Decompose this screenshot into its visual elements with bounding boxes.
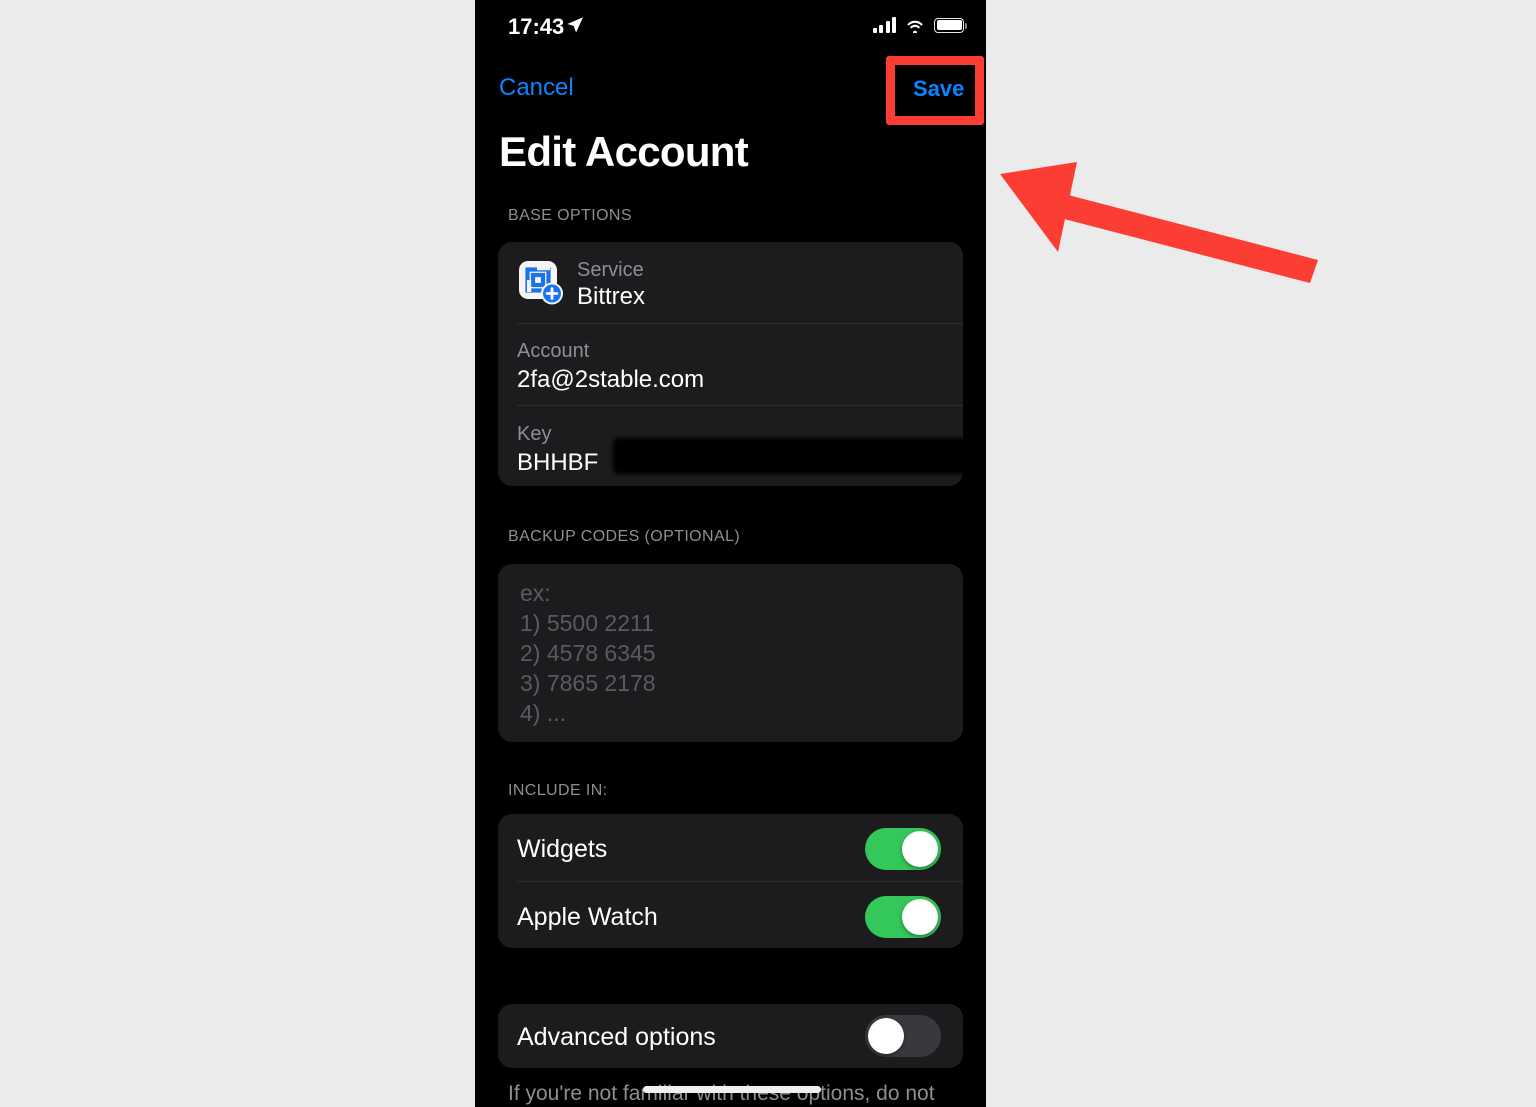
row-widgets[interactable]: Widgets <box>498 814 963 881</box>
save-button[interactable]: Save <box>913 76 964 102</box>
row-divider <box>517 323 963 324</box>
advanced-options-label: Advanced options <box>517 1023 716 1051</box>
advanced-options-toggle[interactable] <box>865 1015 941 1057</box>
apple-watch-label: Apple Watch <box>517 903 658 931</box>
location-arrow-icon <box>567 17 583 33</box>
key-redaction-bar <box>613 438 975 474</box>
page-title: Edit Account <box>499 128 749 175</box>
widgets-label: Widgets <box>517 835 608 863</box>
battery-full-icon <box>934 17 967 33</box>
status-bar-time: 17:43 <box>508 14 565 39</box>
annotation-arrow-icon <box>1000 162 1318 283</box>
backup-codes-textarea-placeholder[interactable]: ex: 1) 5500 2211 2) 4578 6345 3) 7865 21… <box>520 578 656 728</box>
bittrex-add-service-icon <box>519 261 563 305</box>
row-advanced-options[interactable]: Advanced options <box>498 1004 963 1068</box>
section-header-include-in: INCLUDE IN: <box>508 782 608 799</box>
key-field-label: Key <box>517 423 552 445</box>
include-in-card: Widgets Apple Watch <box>498 814 963 948</box>
account-field-label: Account <box>517 340 590 362</box>
account-input[interactable]: 2fa@2stable.com <box>517 366 704 394</box>
cancel-button[interactable]: Cancel <box>499 74 574 102</box>
advanced-options-card: Advanced options <box>498 1004 963 1068</box>
key-input[interactable]: BHHBF <box>517 449 598 477</box>
status-bar: 17:43 <box>475 0 986 50</box>
row-apple-watch[interactable]: Apple Watch <box>498 882 963 949</box>
service-field-value[interactable]: Bittrex <box>577 283 645 311</box>
apple-watch-toggle[interactable] <box>865 896 941 938</box>
home-indicator <box>643 1086 821 1093</box>
row-divider <box>517 405 963 406</box>
widgets-toggle[interactable] <box>865 828 941 870</box>
wifi-icon <box>907 20 923 33</box>
section-header-base-options: BASE OPTIONS <box>508 207 632 224</box>
service-field-label: Service <box>577 259 644 281</box>
section-header-backup-codes: BACKUP CODES (OPTIONAL) <box>508 528 741 545</box>
backup-codes-card[interactable]: ex: 1) 5500 2211 2) 4578 6345 3) 7865 21… <box>498 564 963 742</box>
base-options-card: Service Bittrex Account 2fa@2stable.com … <box>498 242 975 486</box>
navigation-bar: Cancel Save <box>475 58 986 120</box>
cellular-signal-icon <box>872 17 896 33</box>
phone-screen: 17:43 Cancel Save Edit Account BASE OPTI… <box>475 0 986 1107</box>
status-bar-indicators <box>872 14 967 36</box>
